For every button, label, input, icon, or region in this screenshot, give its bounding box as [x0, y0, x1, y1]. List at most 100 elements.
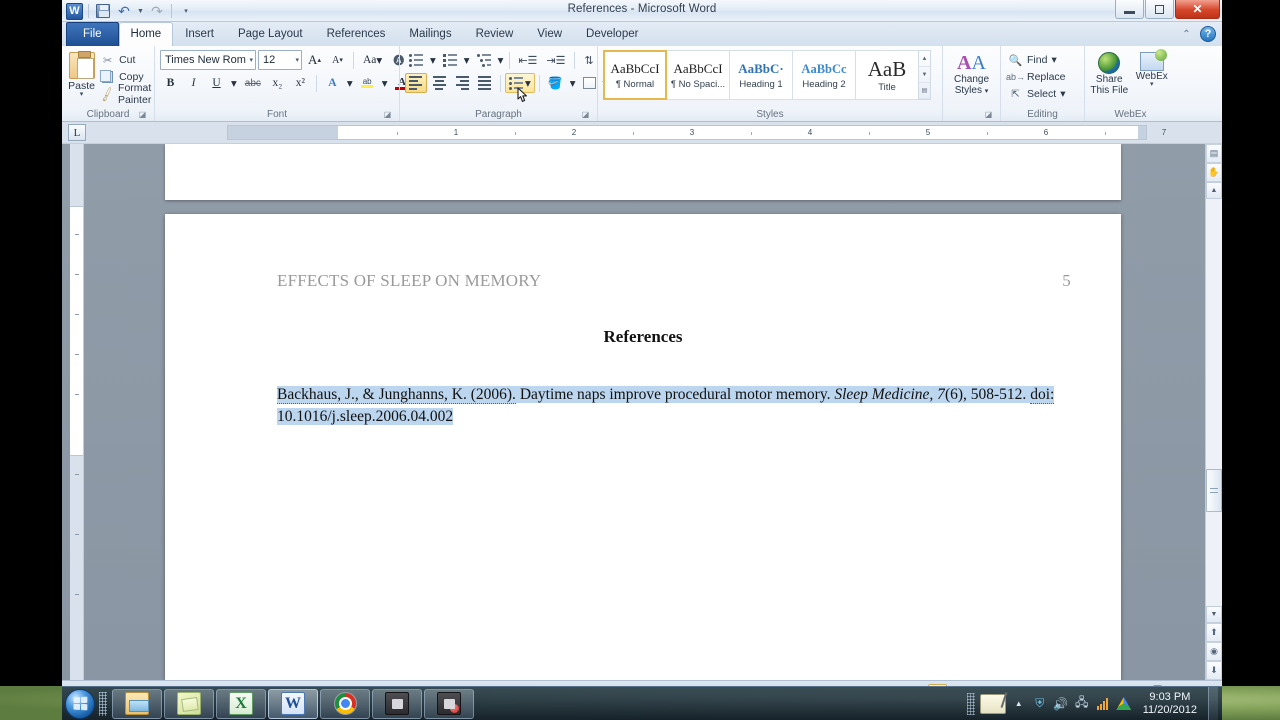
tab-file[interactable]: File: [66, 22, 119, 46]
taskbar-excel[interactable]: X: [216, 688, 266, 719]
superscript-button[interactable]: x²: [290, 73, 311, 93]
align-right-button[interactable]: [451, 73, 473, 93]
tray-grip[interactable]: [966, 692, 975, 715]
collapse-ribbon-icon[interactable]: ⌃: [1179, 27, 1194, 42]
style-title[interactable]: AaB Title: [855, 50, 919, 100]
tab-selector-icon[interactable]: L: [68, 124, 86, 141]
vertical-ruler[interactable]: [70, 144, 84, 680]
clock[interactable]: 9:03 PM 11/20/2012: [1137, 691, 1203, 717]
show-desktop-button[interactable]: [1208, 686, 1218, 720]
font-size-combobox[interactable]: 12 ▾: [258, 50, 302, 70]
font-size-dropdown-icon[interactable]: ▾: [292, 56, 299, 64]
shading-dropdown-icon[interactable]: ▾: [568, 73, 578, 93]
scroll-thumb[interactable]: [1206, 469, 1222, 512]
font-dialog-launcher-icon[interactable]: ◪: [382, 109, 393, 120]
find-button[interactable]: 🔍 Find ▾: [1006, 52, 1068, 68]
vertical-scrollbar[interactable]: ▤ ✋ ▲ ▼ ⬆ ◉ ⬇: [1205, 144, 1222, 680]
scroll-up-button[interactable]: ▲: [1206, 182, 1222, 199]
multilevel-dropdown-icon[interactable]: ▾: [496, 50, 506, 70]
find-dropdown-icon[interactable]: ▾: [1051, 54, 1056, 66]
change-styles-button[interactable]: AA Change Styles ▾: [948, 50, 995, 97]
increase-indent-button[interactable]: ⇥☰: [542, 50, 569, 70]
select-browse-object-icon[interactable]: ◉: [1206, 642, 1222, 661]
restore-button[interactable]: [1145, 0, 1174, 19]
underline-dropdown-icon[interactable]: ▾: [229, 73, 239, 93]
strikethrough-button[interactable]: abc: [241, 73, 265, 93]
bold-button[interactable]: B: [160, 73, 181, 93]
tab-developer[interactable]: Developer: [574, 22, 650, 46]
text-highlight-button[interactable]: ab: [357, 73, 378, 93]
paragraph-dialog-launcher-icon[interactable]: ◪: [580, 109, 591, 120]
hand-pan-icon[interactable]: ✋: [1206, 163, 1222, 182]
tab-home[interactable]: Home: [118, 22, 174, 46]
style-no-spacing[interactable]: AaBbCcI ¶ No Spaci...: [666, 50, 730, 100]
highlight-dropdown-icon[interactable]: ▾: [380, 73, 390, 93]
minimize-button[interactable]: [1115, 0, 1144, 19]
paste-dropdown-icon[interactable]: ▾: [80, 91, 84, 98]
horizontal-ruler[interactable]: 1 2 3 4 5 6 7: [227, 125, 1166, 140]
replace-button[interactable]: ab→ Replace: [1006, 69, 1068, 85]
tab-references[interactable]: References: [315, 22, 398, 46]
start-button[interactable]: [65, 688, 95, 719]
tablet-input-panel-icon[interactable]: [979, 693, 1006, 714]
align-center-button[interactable]: [428, 73, 450, 93]
paste-button[interactable]: Paste ▾: [67, 50, 96, 102]
styles-scroll-down-icon[interactable]: ▼: [919, 67, 930, 83]
network-icon[interactable]: 🖧: [1074, 695, 1090, 712]
tab-mailings[interactable]: Mailings: [397, 22, 463, 46]
select-dropdown-icon[interactable]: ▾: [1060, 88, 1065, 100]
ruler-toggle-icon[interactable]: ▤: [1206, 144, 1222, 163]
signal-strength-icon[interactable]: [1095, 696, 1111, 712]
styles-scroll-up-icon[interactable]: ▲: [919, 51, 930, 67]
underline-button[interactable]: U: [206, 73, 227, 93]
line-spacing-button[interactable]: ▾: [505, 73, 535, 102]
styles-dialog-launcher-icon[interactable]: ◪: [983, 109, 994, 120]
volume-icon[interactable]: 🔊: [1053, 696, 1069, 712]
taskbar-media-app-2[interactable]: [424, 688, 474, 719]
taskbar-windows-explorer[interactable]: [112, 688, 162, 719]
webex-dropdown-icon[interactable]: ▾: [1150, 81, 1154, 88]
tab-review[interactable]: Review: [464, 22, 526, 46]
taskbar-grip[interactable]: [99, 691, 107, 716]
select-button[interactable]: ⇱ Select ▾: [1006, 86, 1068, 102]
google-drive-icon[interactable]: [1116, 696, 1132, 712]
scroll-down-button[interactable]: ▼: [1206, 606, 1222, 623]
justify-button[interactable]: [474, 73, 496, 93]
taskbar-media-app[interactable]: [372, 688, 422, 719]
document-page[interactable]: EFFECTS OF SLEEP ON MEMORY 5 References …: [165, 214, 1121, 680]
taskbar-word[interactable]: W: [268, 688, 318, 719]
text-effects-button[interactable]: A: [322, 73, 343, 93]
font-name-dropdown-icon[interactable]: ▾: [246, 56, 253, 64]
align-left-button[interactable]: [405, 73, 427, 93]
decrease-indent-button[interactable]: ⇤☰: [514, 50, 541, 70]
scroll-track[interactable]: [1206, 199, 1222, 606]
style-normal[interactable]: AaBbCcI ¶ Normal: [603, 50, 667, 100]
text-effects-dropdown-icon[interactable]: ▾: [345, 73, 355, 93]
tab-insert[interactable]: Insert: [173, 22, 226, 46]
grow-font-button[interactable]: A ▴: [304, 50, 325, 70]
clipboard-dialog-launcher-icon[interactable]: ◪: [137, 109, 148, 120]
bullets-button[interactable]: [405, 50, 427, 70]
style-heading-2[interactable]: AaBbCc Heading 2: [792, 50, 856, 100]
change-case-button[interactable]: Aa ▾: [359, 50, 386, 70]
italic-button[interactable]: I: [183, 73, 204, 93]
font-name-combobox[interactable]: Times New Rom ▾: [160, 50, 256, 70]
multilevel-list-button[interactable]: [473, 50, 495, 70]
taskbar-pictures-folder[interactable]: [164, 688, 214, 719]
close-button[interactable]: ✕: [1175, 0, 1220, 19]
taskbar-chrome[interactable]: [320, 688, 370, 719]
next-page-icon[interactable]: ⬇: [1206, 661, 1222, 680]
numbering-dropdown-icon[interactable]: ▾: [462, 50, 472, 70]
show-hidden-icons-icon[interactable]: ▲: [1011, 696, 1027, 712]
styles-scroll-buttons[interactable]: ▲ ▼ ▤: [918, 50, 931, 100]
reference-entry[interactable]: Backhaus, J., & Junghanns, K. (2006). Da…: [277, 384, 1066, 428]
subscript-button[interactable]: x₂: [267, 73, 288, 93]
webex-button[interactable]: WebEx ▾: [1133, 49, 1172, 88]
shading-button[interactable]: 🪣: [544, 73, 567, 93]
help-icon[interactable]: ?: [1200, 26, 1216, 42]
numbering-button[interactable]: [439, 50, 461, 70]
security-shield-icon[interactable]: ⛨: [1032, 696, 1048, 712]
share-this-file-button[interactable]: Share This File: [1090, 50, 1129, 96]
shrink-font-button[interactable]: A ▾: [327, 50, 348, 70]
styles-more-icon[interactable]: ▤: [919, 83, 930, 99]
